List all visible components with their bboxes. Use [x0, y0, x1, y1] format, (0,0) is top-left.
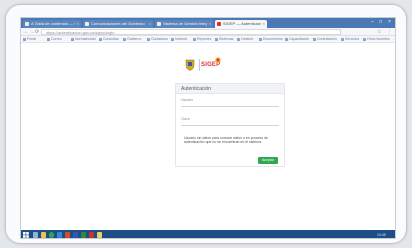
login-title: Autenticación: [181, 86, 212, 92]
start-icon[interactable]: [23, 232, 29, 238]
excel-icon[interactable]: [81, 232, 86, 238]
tab-title: SIGEP — Autenticación: [223, 21, 261, 26]
bookmark-item[interactable]: Reportes: [193, 37, 211, 42]
close-tab-icon[interactable]: ×: [149, 21, 151, 27]
favicon-icon: [85, 22, 89, 26]
tab-2[interactable]: Comunicaciones del Gobierno ×: [83, 20, 153, 28]
tab-1[interactable]: A Tabla de contenido — Gobierno ×: [23, 20, 81, 28]
close-tab-icon[interactable]: ×: [77, 21, 79, 27]
bookmark-item[interactable]: Normatividad: [71, 37, 96, 42]
close-window-icon[interactable]: ×: [388, 19, 391, 26]
bookmark-item[interactable]: Ciudadano: [147, 37, 168, 42]
bookmark-item[interactable]: Correo: [47, 37, 62, 42]
menu-icon[interactable]: ⋮: [387, 29, 392, 35]
explorer-icon[interactable]: [41, 232, 46, 238]
taskbar: 10:45: [21, 230, 395, 238]
clock: 10:45: [377, 233, 386, 237]
bookmark-item[interactable]: Sistemas: [215, 37, 233, 42]
crest-icon: [185, 59, 195, 71]
sigep-logo-mark-icon: [215, 57, 221, 63]
tab-title: Sistema de Gestión Integral: [163, 21, 207, 26]
tab-title: A Tabla de contenido — Gobierno: [31, 21, 75, 26]
accept-button[interactable]: Aceptar: [258, 157, 278, 164]
close-tab-icon[interactable]: ×: [209, 21, 211, 27]
favicon-icon: [25, 22, 29, 26]
bookmark-item[interactable]: Gobierno: [123, 37, 141, 42]
maximize-icon[interactable]: □: [379, 19, 382, 26]
password-label: Clave: [181, 117, 190, 121]
user-input[interactable]: [181, 106, 279, 107]
bookmark-item[interactable]: Servicios: [341, 37, 359, 42]
address-bar: ← → ⟳ https://autenticacion.gov.co/sigep…: [21, 28, 395, 36]
tab-bar: A Tabla de contenido — Gobierno × Comuni…: [21, 18, 395, 28]
user-label: Usuario: [181, 98, 194, 102]
tab-4-active[interactable]: SIGEP — Autenticación ×: [215, 20, 267, 28]
tab-title: Comunicaciones del Gobierno: [91, 21, 145, 26]
device-frame: A Tabla de contenido — Gobierno × Comuni…: [6, 5, 406, 243]
bookmark-item[interactable]: Gestión: [237, 37, 253, 42]
favicon-icon: [217, 22, 221, 26]
bookmarks-bar: Portal Correo Normatividad Consultas Gob…: [21, 36, 395, 43]
ie-icon[interactable]: [57, 232, 62, 238]
tab-3[interactable]: Sistema de Gestión Integral ×: [155, 20, 213, 28]
bookmark-item[interactable]: Contratación: [313, 37, 337, 42]
word-icon[interactable]: [73, 232, 78, 238]
chrome-icon[interactable]: [49, 232, 54, 238]
star-icon[interactable]: ☆: [377, 29, 381, 35]
search-icon[interactable]: [33, 232, 38, 238]
reload-icon[interactable]: ⟳: [35, 29, 39, 35]
info-message: Usuario sin datos para conocer datos o e…: [184, 136, 269, 145]
screen: A Tabla de contenido — Gobierno × Comuni…: [20, 17, 396, 239]
password-input[interactable]: [181, 125, 279, 126]
bookmark-item[interactable]: Portal: [23, 37, 36, 42]
minimize-icon[interactable]: –: [371, 19, 374, 26]
page-content: SIGEP Autenticación Usuario Clave Usuari…: [21, 43, 395, 230]
logo-divider: [199, 59, 200, 71]
photos-icon[interactable]: [97, 232, 102, 238]
login-card: Autenticación Usuario Clave Usuario sin …: [175, 83, 285, 167]
back-icon[interactable]: ←: [24, 29, 29, 35]
bookmark-item[interactable]: Documentos: [259, 37, 283, 42]
login-card-header: Autenticación: [176, 84, 284, 94]
url-text: https://autenticacion.gov.co/sigep/login: [46, 30, 115, 35]
bookmark-item[interactable]: Consultas: [99, 37, 119, 42]
bookmark-item[interactable]: Otros favoritos: [363, 37, 390, 42]
close-tab-icon[interactable]: ×: [263, 21, 265, 27]
url-input[interactable]: https://autenticacion.gov.co/sigep/login: [41, 29, 341, 35]
bookmark-item[interactable]: Intranet: [171, 37, 187, 42]
bookmark-item[interactable]: Capacitación: [285, 37, 309, 42]
outlook-icon[interactable]: [65, 232, 70, 238]
favicon-icon: [157, 22, 161, 26]
pdf-icon[interactable]: [89, 232, 94, 238]
